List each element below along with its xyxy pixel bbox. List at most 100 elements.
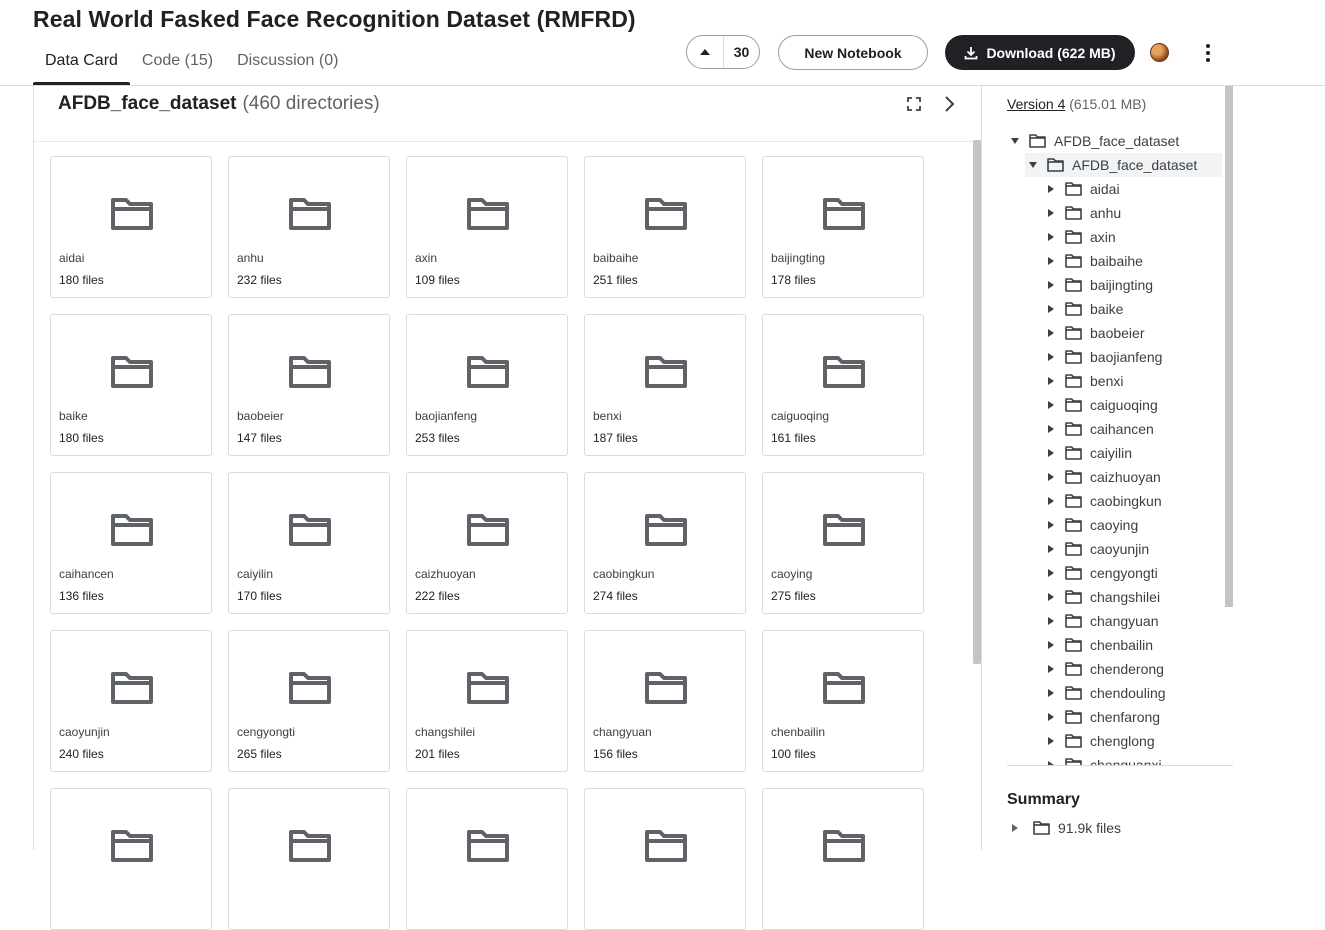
folder-card[interactable] <box>228 788 390 930</box>
folder-card[interactable]: benxi 187 files <box>584 314 746 456</box>
tree-item[interactable]: caiyilin <box>1043 441 1132 465</box>
tree-item[interactable]: chendouling <box>1043 681 1166 705</box>
tree-item[interactable]: caoyunjin <box>1043 537 1149 561</box>
folder-card[interactable]: axin 109 files <box>406 156 568 298</box>
summary-title: Summary <box>1007 791 1080 808</box>
tree-item[interactable]: caizhuoyan <box>1043 465 1161 489</box>
panel-scrollbar[interactable] <box>973 140 981 664</box>
tree-item[interactable]: chenderong <box>1043 657 1164 681</box>
folder-card[interactable]: changshilei 201 files <box>406 630 568 772</box>
caret-right-icon[interactable] <box>1043 449 1059 457</box>
new-notebook-button[interactable]: New Notebook <box>778 35 928 70</box>
tree-item[interactable]: chenbailin <box>1043 633 1153 657</box>
tree-item[interactable]: caobingkun <box>1043 489 1162 513</box>
fullscreen-icon[interactable] <box>906 96 922 112</box>
tab-discussion[interactable]: Discussion (0) <box>225 40 350 85</box>
caret-down-icon[interactable] <box>1025 162 1041 168</box>
folder-card[interactable]: caoyunjin 240 files <box>50 630 212 772</box>
sidebar-scrollbar[interactable] <box>1225 86 1233 607</box>
caret-right-icon[interactable] <box>1043 185 1059 193</box>
tree-item[interactable]: chenfarong <box>1043 705 1160 729</box>
tree-item[interactable]: cengyongti <box>1043 561 1158 585</box>
caret-right-icon[interactable] <box>1043 329 1059 337</box>
caret-right-icon[interactable] <box>1043 617 1059 625</box>
tree-item-label: caihancen <box>1090 421 1154 437</box>
folder-card[interactable]: caiguoqing 161 files <box>762 314 924 456</box>
folder-icon <box>288 197 332 236</box>
tree-item[interactable]: changshilei <box>1043 585 1160 609</box>
caret-right-icon[interactable] <box>1043 497 1059 505</box>
caret-right-icon[interactable] <box>1043 473 1059 481</box>
folder-card[interactable]: changyuan 156 files <box>584 630 746 772</box>
folder-card[interactable]: baojianfeng 253 files <box>406 314 568 456</box>
caret-right-icon[interactable] <box>1043 521 1059 529</box>
folder-card[interactable] <box>50 788 212 930</box>
tree-item[interactable]: caihancen <box>1043 417 1154 441</box>
caret-right-icon[interactable] <box>1043 305 1059 313</box>
folder-card[interactable]: caizhuoyan 222 files <box>406 472 568 614</box>
folder-name: caoyunjin <box>59 725 110 739</box>
folder-card[interactable]: caobingkun 274 files <box>584 472 746 614</box>
folder-card[interactable]: caoying 275 files <box>762 472 924 614</box>
tree-item[interactable]: changyuan <box>1043 609 1159 633</box>
tree-root-folder[interactable]: AFDB_face_dataset <box>1007 129 1179 153</box>
folder-card[interactable] <box>762 788 924 930</box>
caret-right-icon[interactable] <box>1043 281 1059 289</box>
tree-item[interactable]: chenglong <box>1043 729 1155 753</box>
folder-icon <box>110 671 154 710</box>
folder-card[interactable]: baike 180 files <box>50 314 212 456</box>
folder-card[interactable] <box>584 788 746 930</box>
caret-right-icon[interactable] <box>1043 593 1059 601</box>
caret-down-icon[interactable] <box>1007 138 1023 144</box>
tree-item[interactable]: baijingting <box>1043 273 1153 297</box>
caret-right-icon[interactable] <box>1043 401 1059 409</box>
caret-right-icon[interactable] <box>1043 737 1059 745</box>
tree-dataset-folder[interactable]: AFDB_face_dataset <box>1025 153 1222 177</box>
user-avatar[interactable] <box>1150 43 1169 62</box>
tree-item[interactable]: caiguoqing <box>1043 393 1158 417</box>
caret-right-icon[interactable] <box>1043 353 1059 361</box>
tree-item[interactable]: benxi <box>1043 369 1123 393</box>
folder-card[interactable]: baijingting 178 files <box>762 156 924 298</box>
tree-item[interactable]: aidai <box>1043 177 1120 201</box>
tree-item[interactable]: caoying <box>1043 513 1138 537</box>
tree-item[interactable]: baobeier <box>1043 321 1145 345</box>
tree-item[interactable]: baike <box>1043 297 1123 321</box>
caret-right-icon[interactable] <box>1043 233 1059 241</box>
folder-card[interactable]: baibaihe 251 files <box>584 156 746 298</box>
caret-right-icon[interactable] <box>1043 689 1059 697</box>
folder-card[interactable]: caiyilin 170 files <box>228 472 390 614</box>
caret-right-icon[interactable] <box>1043 545 1059 553</box>
caret-right-icon[interactable] <box>1043 569 1059 577</box>
caret-right-icon[interactable] <box>1043 713 1059 721</box>
tree-item-label: caobingkun <box>1090 493 1162 509</box>
folder-name: caobingkun <box>593 567 655 581</box>
more-vert-icon[interactable] <box>1198 40 1218 66</box>
tab-data-card[interactable]: Data Card <box>33 40 130 85</box>
folder-name: caiguoqing <box>771 409 830 423</box>
caret-right-icon[interactable] <box>1043 209 1059 217</box>
caret-right-icon[interactable] <box>1043 425 1059 433</box>
tree-item[interactable]: baibaihe <box>1043 249 1143 273</box>
folder-card[interactable]: baobeier 147 files <box>228 314 390 456</box>
tree-item[interactable]: baojianfeng <box>1043 345 1162 369</box>
tree-item[interactable]: anhu <box>1043 201 1121 225</box>
chevron-right-icon[interactable] <box>940 94 958 114</box>
caret-right-icon[interactable] <box>1043 665 1059 673</box>
folder-file-count: 251 files <box>593 273 638 287</box>
folder-card[interactable]: caihancen 136 files <box>50 472 212 614</box>
summary-files-row[interactable]: 91.9k files <box>1007 817 1121 839</box>
folder-card[interactable]: chenbailin 100 files <box>762 630 924 772</box>
upvote-button[interactable] <box>687 36 724 68</box>
caret-right-icon[interactable] <box>1043 641 1059 649</box>
version-link[interactable]: Version 4 <box>1007 96 1065 112</box>
tab-code[interactable]: Code (15) <box>130 40 225 85</box>
caret-right-icon[interactable] <box>1043 257 1059 265</box>
folder-card[interactable]: cengyongti 265 files <box>228 630 390 772</box>
folder-card[interactable]: aidai 180 files <box>50 156 212 298</box>
folder-card[interactable]: anhu 232 files <box>228 156 390 298</box>
tree-item[interactable]: axin <box>1043 225 1116 249</box>
folder-card[interactable] <box>406 788 568 930</box>
caret-right-icon[interactable] <box>1043 377 1059 385</box>
download-button[interactable]: Download (622 MB) <box>945 35 1135 70</box>
